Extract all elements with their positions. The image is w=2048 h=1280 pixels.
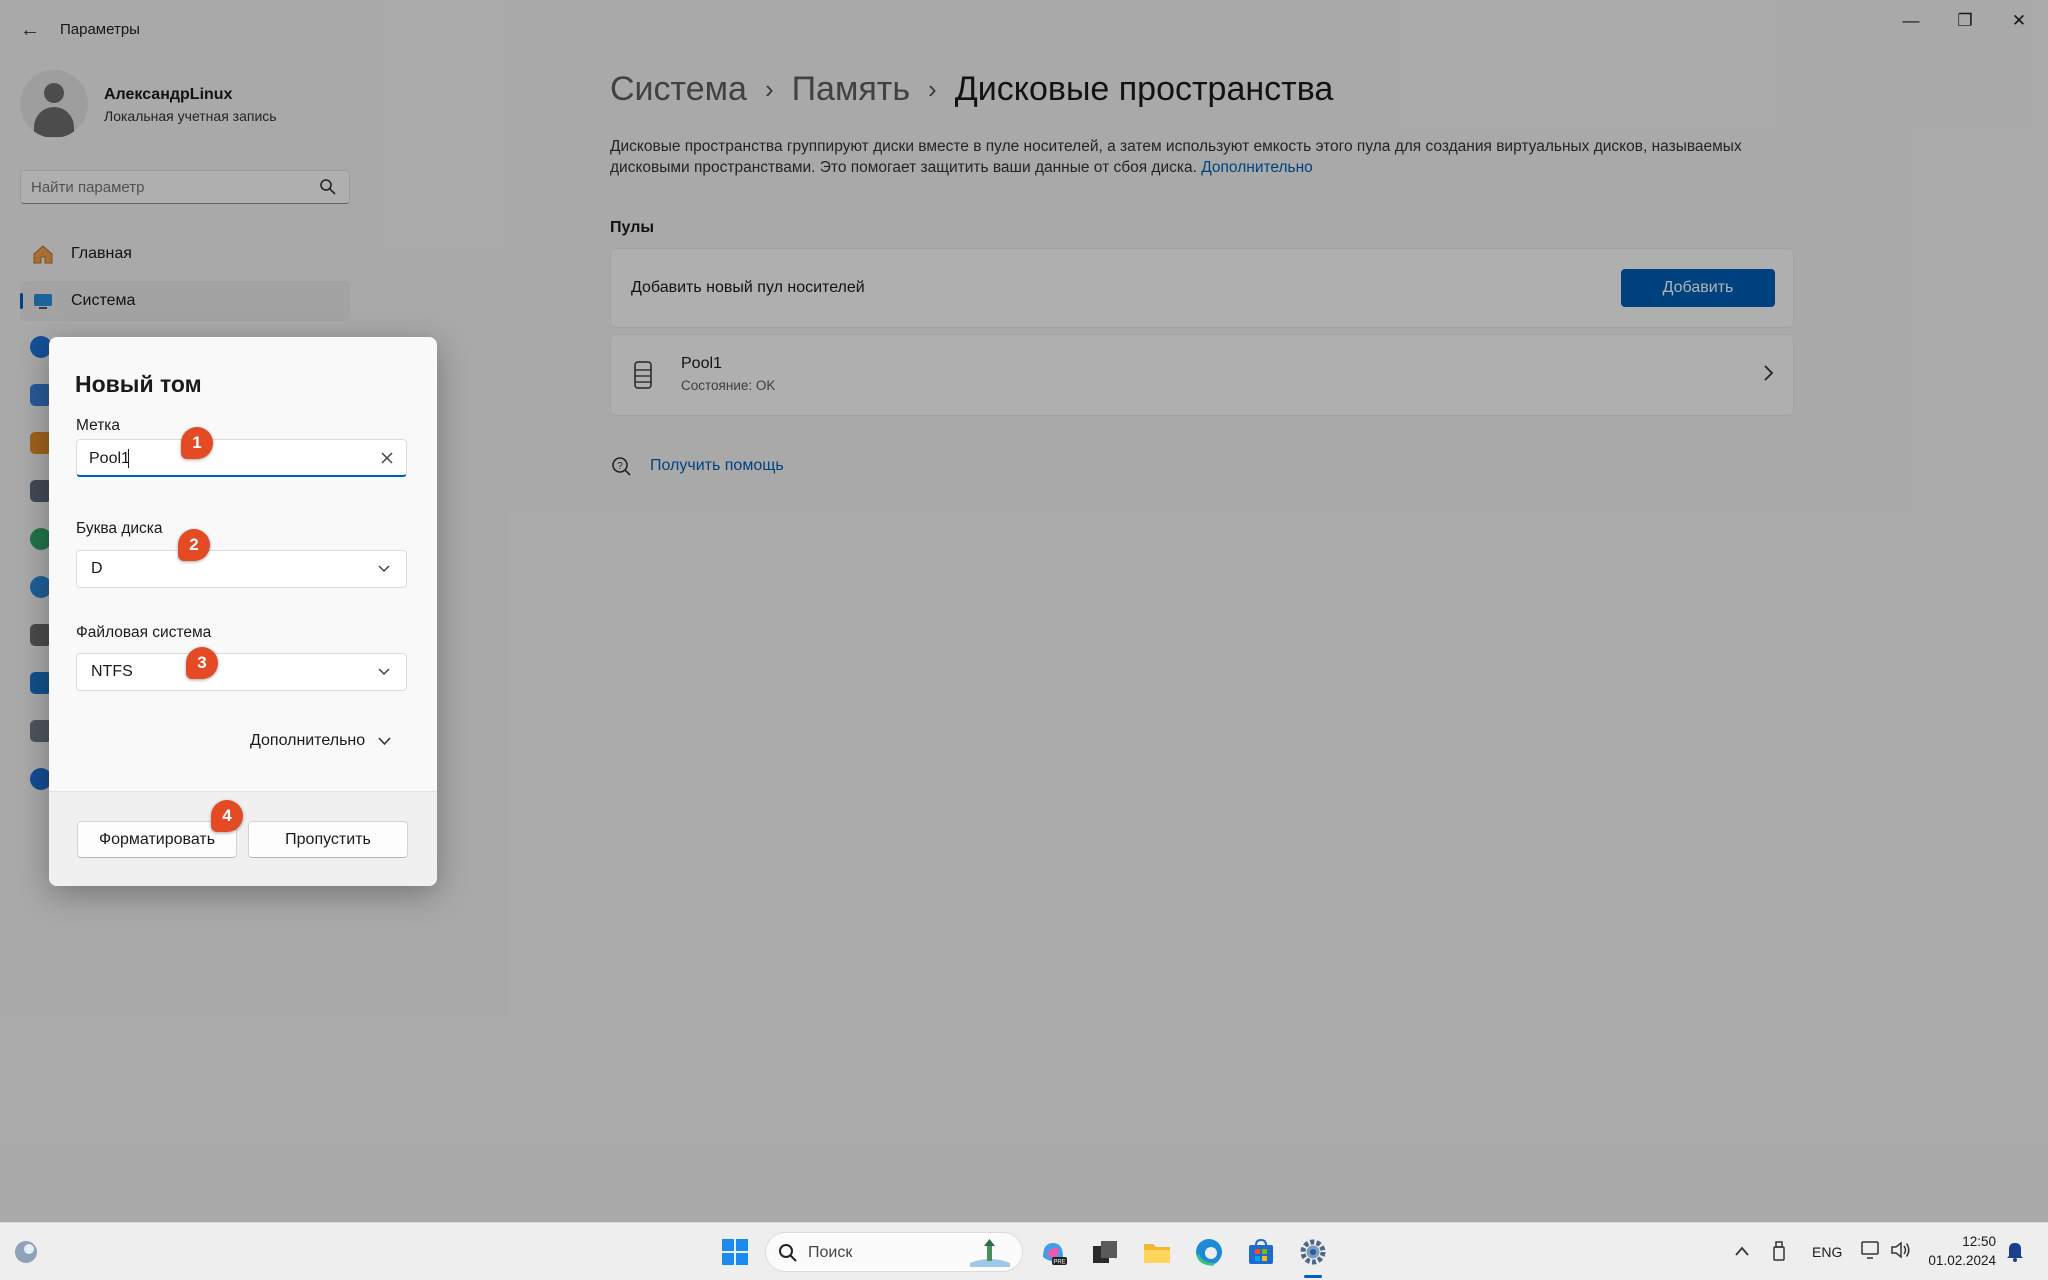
clear-icon[interactable] [380,451,394,465]
text-caret [128,449,129,468]
volume-label-input[interactable] [89,448,359,470]
notification-bell-icon[interactable] [2006,1240,2024,1262]
dialog-title: Новый том [75,371,202,397]
clock-time: 12:50 [1962,1234,1996,1249]
skip-button[interactable]: Пропустить [248,821,408,858]
file-explorer-icon[interactable] [1142,1237,1172,1267]
copilot-icon[interactable]: PRE [1038,1237,1068,1267]
annotation-badge-2: 2 [178,529,210,561]
input-language[interactable]: ENG [1812,1244,1842,1260]
task-view-icon[interactable] [1090,1237,1120,1267]
annotation-badge-1: 1 [181,427,213,459]
show-hidden-icons-icon[interactable] [1734,1245,1750,1257]
store-icon[interactable] [1246,1237,1276,1267]
chevron-down-icon [378,668,390,676]
dialog-footer: Форматировать Пропустить [49,791,437,886]
drive-letter-value: D [91,560,103,577]
chevron-down-icon [378,565,390,573]
active-app-indicator [1304,1275,1322,1278]
search-highlight-icon [970,1239,1010,1267]
taskbar-search[interactable]: Поиск [765,1232,1023,1272]
file-system-select[interactable]: NTFS [76,653,407,691]
advanced-label: Дополнительно [250,732,366,749]
taskbar-search-label: Поиск [808,1244,853,1261]
settings-gear-icon[interactable] [1298,1237,1328,1267]
search-icon [779,1244,797,1262]
annotation-badge-3: 3 [186,647,218,679]
chevron-down-icon [378,737,391,746]
edge-icon[interactable] [1194,1237,1224,1267]
advanced-expander[interactable]: Дополнительно [249,726,399,756]
drive-letter-select[interactable]: D [76,550,407,588]
volume-label-field[interactable] [76,439,407,477]
annotation-badge-4: 4 [211,800,243,832]
network-status-icon[interactable] [1860,1240,1882,1260]
new-volume-dialog: Новый том Метка Буква диска D Файловая с… [49,337,437,886]
svg-text:PRE: PRE [1053,1260,1065,1266]
widgets-icon[interactable] [12,1238,40,1266]
taskbar-clock[interactable]: 12:50 01.02.2024 [1906,1232,1996,1270]
clock-date: 01.02.2024 [1928,1253,1996,1268]
file-system-label: Файловая система [76,624,212,641]
usb-device-icon[interactable] [1772,1240,1786,1262]
start-icon[interactable] [720,1237,750,1267]
file-system-value: NTFS [91,663,133,680]
label-field-label: Метка [76,417,121,434]
drive-letter-label: Буква диска [76,520,163,537]
taskbar: Поиск PRE ENG 12:50 01.02.2024 [0,1222,2048,1280]
